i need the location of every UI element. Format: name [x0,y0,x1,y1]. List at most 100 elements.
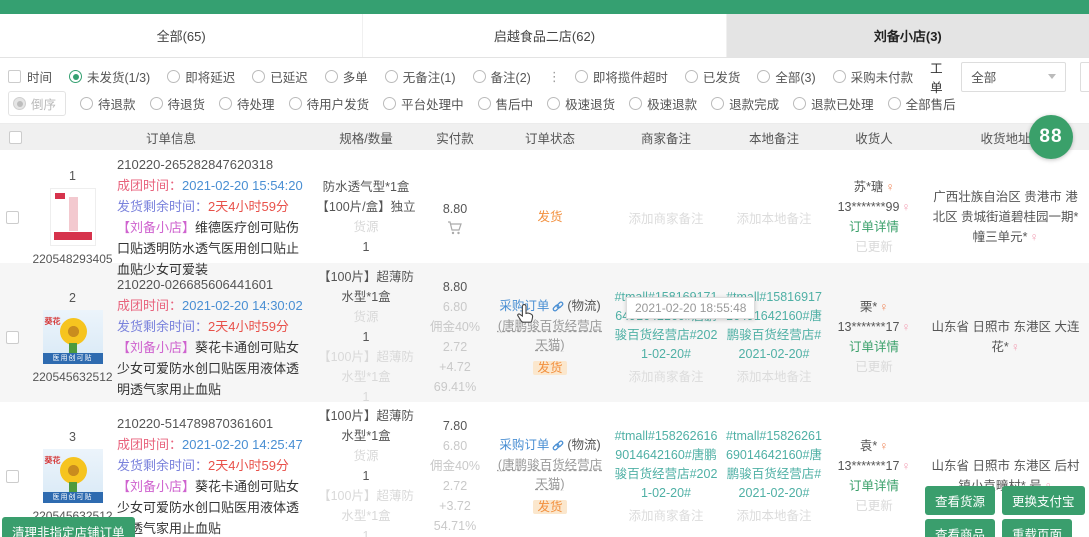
marker-icon[interactable]: ♀ [901,320,910,334]
radio-icon[interactable] [685,70,698,83]
radio-shipped[interactable]: 已发货 [685,67,741,86]
add-local-note-link[interactable]: 添加本地备注 [736,506,811,526]
row-checkbox[interactable] [6,470,19,483]
sort-desc-toggle[interactable]: 倒序 [8,91,66,116]
marker-icon[interactable]: ♀ [1029,230,1038,244]
floating-widget-button[interactable]: 88 [1029,115,1073,159]
radio-aftersale[interactable]: 售后中 [478,94,534,113]
radio-all-aftersale[interactable]: 全部售后 [888,94,956,113]
radio-label: 未发货(1/3) [87,67,150,86]
radio-icon[interactable] [383,97,396,110]
local-note-text[interactable]: #tmall#1582626169014642160#唐鹏骏百货经营店#2021… [724,427,824,503]
product-image[interactable] [50,188,96,246]
marker-icon[interactable]: ♀ [885,180,894,194]
add-local-note-link[interactable]: 添加本地备注 [736,367,811,387]
ship-status[interactable]: 发货 [533,361,566,375]
marker-icon[interactable]: ♀ [879,300,888,314]
radio-icon[interactable] [252,70,265,83]
time-filter-checkbox[interactable]: 时间 [8,67,52,86]
logistics-label[interactable]: (物流) [567,435,600,456]
radio-fast-refund[interactable]: 极速退款 [629,94,697,113]
keyword-input[interactable] [1080,62,1089,92]
add-local-note-link[interactable]: 添加本地备注 [736,209,811,229]
radio-icon[interactable] [80,97,93,110]
radio-icon[interactable] [13,97,26,110]
view-product-button[interactable]: 查看商品 [925,519,995,537]
add-merchant-note-link[interactable]: 添加商家备注 [628,506,703,526]
radio-icon[interactable] [385,70,398,83]
order-detail-link[interactable]: 订单详情 [849,217,899,237]
cart-icon[interactable] [447,221,463,235]
radio-icon[interactable] [167,70,180,83]
radio-soon-delayed[interactable]: 即将延迟 [167,67,235,86]
radio-icon[interactable] [219,97,232,110]
radio-delayed[interactable]: 已延迟 [252,67,308,86]
merchant-note-text[interactable]: #tmall#1582626169014642160#唐鹏骏百货经营店#2021… [612,427,720,503]
marker-icon[interactable]: ♀ [901,459,910,473]
radio-icon[interactable] [150,97,163,110]
radio-return-pending[interactable]: 待退货 [150,94,206,113]
radio-all-orders[interactable]: 全部(3) [757,67,815,86]
tab-all-shops[interactable]: 全部(65) [0,14,363,57]
marker-icon[interactable]: ♀ [1011,340,1020,354]
radio-icon[interactable] [547,97,560,110]
product-image[interactable]: 葵花 医用创可贴 [43,310,103,364]
radio-icon[interactable] [289,97,302,110]
add-merchant-note-link[interactable]: 添加商家备注 [628,209,703,229]
work-order-select[interactable]: 全部 [961,62,1066,92]
row-checkbox[interactable] [6,331,19,344]
marker-icon[interactable]: ♀ [901,200,910,214]
ship-status[interactable]: 发货 [533,500,566,514]
radio-multi-order[interactable]: 多单 [325,67,368,86]
group-time: 2021-02-20 14:30:02 [182,298,303,313]
checkbox-icon[interactable] [8,70,21,83]
order-detail-link[interactable]: 订单详情 [849,476,899,496]
logistics-label[interactable]: (物流) [567,296,600,317]
view-source-button[interactable]: 查看货源 [925,486,995,515]
order-number[interactable]: 210220-026685606441601 [117,274,304,295]
tab-shop-liubei[interactable]: 刘备小店(3) [727,14,1089,57]
radio-not-shipped[interactable]: 未发货(1/3) [69,67,150,86]
order-number[interactable]: 210220-265282847620318 [117,154,304,175]
supplier-shop-link[interactable]: (唐鹏骏百货经营店 天猫) [492,317,608,355]
purchase-order-link[interactable]: 采购订单 [499,435,549,456]
ship-status[interactable]: 发货 [537,207,562,227]
reload-page-button[interactable]: 重载页面 [1002,519,1072,537]
radio-icon[interactable] [69,70,82,83]
product-image[interactable]: 葵花 医用创可贴 [43,449,103,503]
radio-icon[interactable] [575,70,588,83]
radio-platform-processing[interactable]: 平台处理中 [383,94,464,113]
add-merchant-note-link[interactable]: 添加商家备注 [628,367,703,387]
radio-handle-pending[interactable]: 待处理 [219,94,275,113]
radio-icon[interactable] [757,70,770,83]
radio-icon[interactable] [478,97,491,110]
radio-user-ship-pending[interactable]: 待用户发货 [289,94,370,113]
radio-pickup-timeout[interactable]: 即将揽件超时 [575,67,668,86]
radio-remark[interactable]: 备注(2) [473,67,531,86]
row-checkbox[interactable] [6,211,19,224]
radio-icon[interactable] [325,70,338,83]
radio-purchase-unpaid[interactable]: 采购未付款 [833,67,914,86]
tab-shop-qiyue[interactable]: 启越食品二店(62) [363,14,726,57]
radio-icon[interactable] [793,97,806,110]
select-all-checkbox[interactable] [9,131,22,144]
purchase-order-link[interactable]: 采购订单 [499,296,549,317]
radio-refund-pending[interactable]: 待退款 [80,94,136,113]
radio-icon[interactable] [473,70,486,83]
radio-refund-handled[interactable]: 退款已处理 [793,94,874,113]
order-detail-link[interactable]: 订单详情 [849,337,899,357]
radio-icon[interactable] [833,70,846,83]
marker-icon[interactable]: ♀ [879,439,888,453]
radio-icon[interactable] [888,97,901,110]
radio-no-remark[interactable]: 无备注(1) [385,67,456,86]
radio-fast-return[interactable]: 极速退货 [547,94,615,113]
supplier-shop-link[interactable]: (唐鹏骏百货经营店 天猫) [492,456,608,494]
address-cell: 山东省 日照市 东港区 后村镇小袁疃村* 号♀ [922,402,1089,537]
change-alipay-button[interactable]: 更换支付宝 [1002,486,1085,515]
radio-refund-done[interactable]: 退款完成 [711,94,779,113]
clean-orders-button[interactable]: 清理非指定店铺订单 [2,517,135,537]
order-number[interactable]: 210220-514789870361601 [117,413,304,434]
more-options-icon[interactable]: ⋮ [548,69,561,85]
radio-icon[interactable] [629,97,642,110]
radio-icon[interactable] [711,97,724,110]
